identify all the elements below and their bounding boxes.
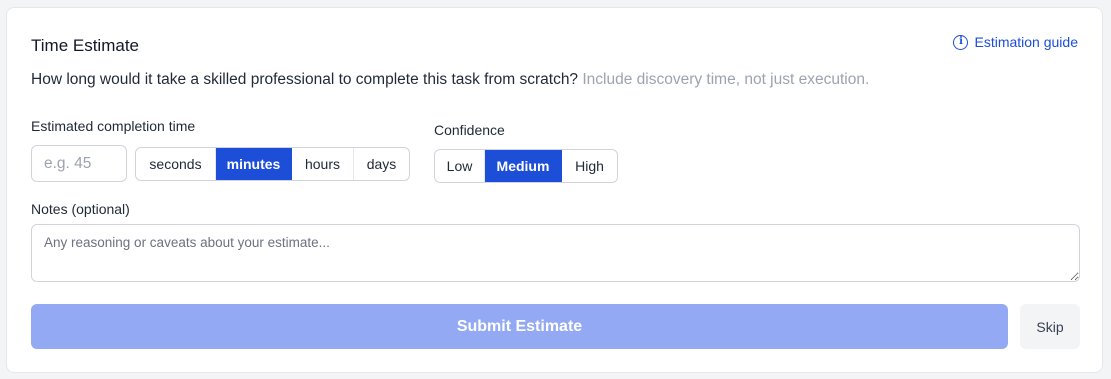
confidence-option-low[interactable]: Low <box>435 150 485 182</box>
unit-option-hours[interactable]: hours <box>292 148 354 180</box>
confidence-selector: Low Medium High <box>434 149 618 183</box>
confidence-option-medium[interactable]: Medium <box>485 150 562 182</box>
completion-time-input[interactable] <box>31 145 127 182</box>
unit-option-seconds[interactable]: seconds <box>136 148 216 180</box>
notes-label: Notes (optional) <box>31 201 130 217</box>
estimation-guide-link[interactable]: i Estimation guide <box>953 34 1078 50</box>
estimation-guide-label: Estimation guide <box>974 34 1078 50</box>
question-main: How long would it take a skilled profess… <box>31 71 579 88</box>
unit-option-days[interactable]: days <box>354 148 409 180</box>
confidence-option-high[interactable]: High <box>562 150 617 182</box>
skip-button[interactable]: Skip <box>1020 304 1080 349</box>
confidence-label: Confidence <box>434 122 505 138</box>
card-title: Time Estimate <box>31 36 140 55</box>
time-estimate-card: Time Estimate i Estimation guide How lon… <box>6 7 1103 373</box>
notes-textarea[interactable] <box>31 224 1080 282</box>
submit-estimate-button[interactable]: Submit Estimate <box>31 304 1008 349</box>
question-text: How long would it take a skilled profess… <box>31 71 869 89</box>
completion-time-label: Estimated completion time <box>31 118 196 134</box>
question-hint: Include discovery time, not just executi… <box>582 71 870 88</box>
unit-selector: seconds minutes hours days <box>135 147 410 181</box>
info-icon: i <box>953 34 969 50</box>
unit-option-minutes[interactable]: minutes <box>216 148 292 180</box>
